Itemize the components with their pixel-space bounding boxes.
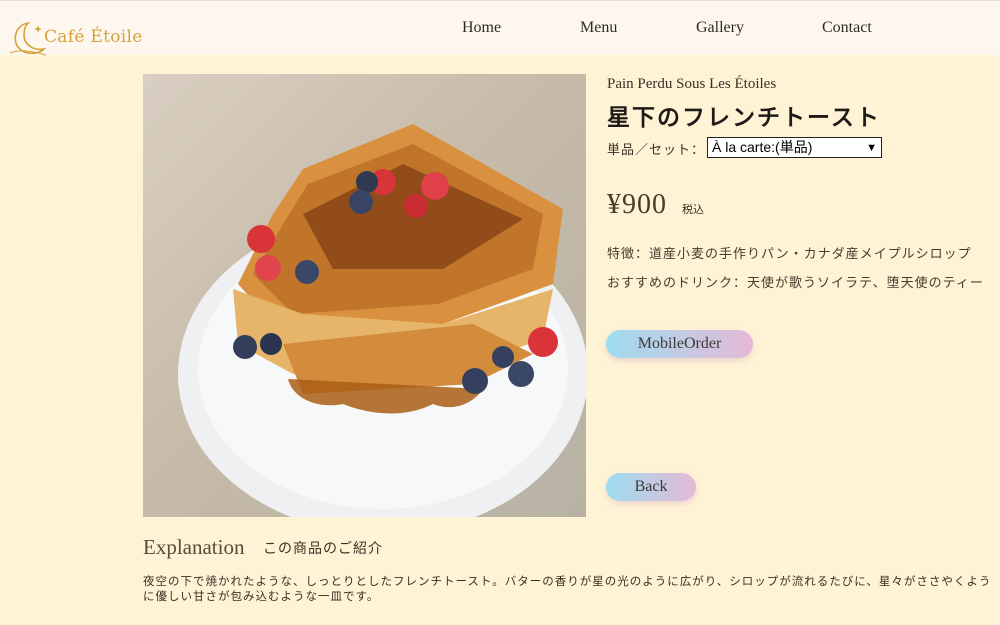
product-features: 特徴：道産小麦の手作りパン・カナダ産メイプルシロップ: [607, 247, 972, 262]
nav-menu[interactable]: Menu: [580, 19, 617, 37]
set-select[interactable]: À la carte:(単品) ▼: [707, 137, 882, 158]
set-select-value: À la carte:(単品): [712, 139, 813, 155]
back-button[interactable]: Back: [606, 473, 696, 501]
tax-label: 税込: [682, 203, 704, 216]
main-nav: Home Menu Gallery Contact: [0, 19, 1000, 43]
nav-gallery[interactable]: Gallery: [696, 19, 744, 37]
product-title: 星下のフレンチトースト: [607, 105, 881, 131]
explanation-body: 夜空の下で焼かれたような、しっとりとしたフレンチトースト。バターの香りが星の光の…: [143, 574, 992, 603]
mobile-order-button[interactable]: MobileOrder: [606, 330, 753, 358]
nav-contact[interactable]: Contact: [822, 19, 872, 37]
explanation-heading: Explanation: [143, 535, 245, 559]
price: ¥900: [607, 189, 667, 220]
site-header: Café Étoile Home Menu Gallery Contact: [0, 0, 1000, 56]
chevron-down-icon: ▼: [866, 142, 877, 154]
set-label: 単品／セット：: [607, 143, 706, 158]
product-subtitle: Pain Perdu Sous Les Étoiles: [607, 76, 777, 92]
recommended-drinks: おすすめのドリンク：天使が歌うソイラテ、堕天使のティー: [607, 276, 984, 291]
explanation-subheading: この商品のご紹介: [263, 541, 383, 557]
nav-home[interactable]: Home: [462, 19, 501, 37]
product-photo: [143, 74, 586, 517]
french-toast-image: [178, 124, 586, 517]
